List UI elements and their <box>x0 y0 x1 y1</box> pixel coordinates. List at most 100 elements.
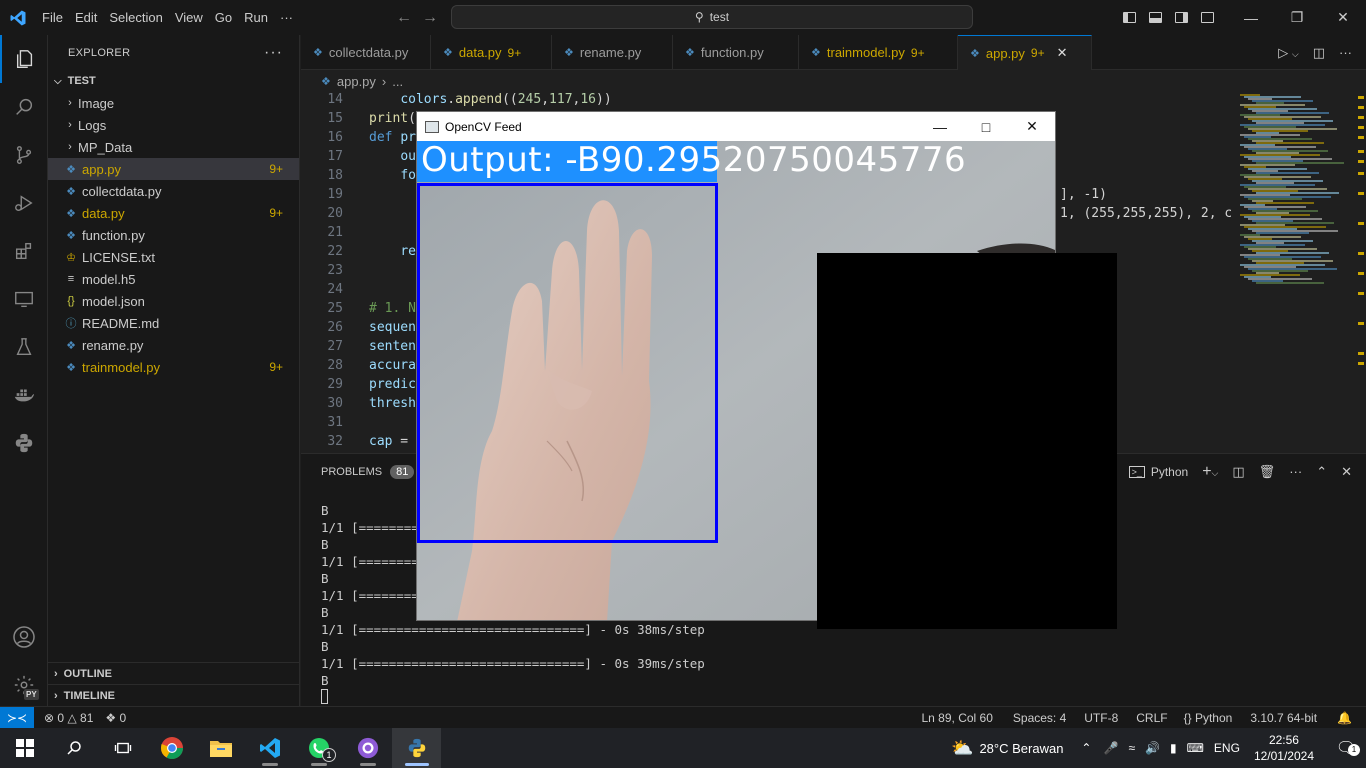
minimap[interactable] <box>1231 92 1353 452</box>
notifications-icon[interactable]: 🗨 1 <box>1326 738 1366 758</box>
indentation[interactable]: Spaces: 4 <box>1007 711 1072 725</box>
file-item[interactable]: ❖ rename.py <box>48 334 299 356</box>
source-control-icon[interactable] <box>0 131 48 179</box>
forward-arrow-icon[interactable]: → <box>422 9 438 27</box>
toggle-secondary-sidebar-icon[interactable] <box>1168 0 1194 35</box>
menu-item[interactable]: ··· <box>274 0 299 35</box>
chevron-up-icon[interactable]: ⌃ <box>1081 741 1091 755</box>
microphone-icon[interactable]: 🎤 <box>1103 741 1118 755</box>
editor-scrollbar[interactable] <box>1356 92 1366 452</box>
close-window-button[interactable]: ✕ <box>1320 0 1366 35</box>
folder-item[interactable]: › MP_Data <box>48 136 299 158</box>
editor-tab[interactable]: ❖ app.py 9+ ✕ <box>958 35 1092 70</box>
file-item[interactable]: ♔ LICENSE.txt <box>48 246 299 268</box>
problems-status[interactable]: ⊗ 0 △ 81 <box>38 711 99 725</box>
docker-icon[interactable] <box>0 371 48 419</box>
clock[interactable]: 22:56 12/01/2024 <box>1242 732 1326 764</box>
chrome-icon[interactable] <box>147 728 196 768</box>
file-item[interactable]: ❖ collectdata.py <box>48 180 299 202</box>
language-indicator[interactable]: ENG <box>1214 741 1240 755</box>
run-debug-icon[interactable] <box>0 179 48 227</box>
file-item[interactable]: ≡ model.h5 <box>48 268 299 290</box>
back-arrow-icon[interactable]: ← <box>396 9 412 27</box>
menu-item[interactable]: Run <box>238 0 274 35</box>
toggle-panel-icon[interactable] <box>1142 0 1168 35</box>
timeline-section[interactable]: › TIMELINE <box>48 685 300 707</box>
end-of-line[interactable]: CRLF <box>1130 711 1173 725</box>
breadcrumb-file[interactable]: app.py <box>337 74 376 89</box>
opencv-close-button[interactable]: ✕ <box>1009 112 1055 141</box>
panel-more-actions-icon[interactable]: ··· <box>1289 464 1302 479</box>
whatsapp-icon[interactable]: 1 <box>294 728 343 768</box>
split-editor-icon[interactable]: ◫ <box>1313 45 1325 61</box>
file-item[interactable]: ❖ function.py <box>48 224 299 246</box>
file-explorer-icon[interactable] <box>196 728 245 768</box>
file-item[interactable]: {} model.json <box>48 290 299 312</box>
encoding[interactable]: UTF-8 <box>1078 711 1124 725</box>
breadcrumb-rest[interactable]: ... <box>392 74 403 89</box>
explorer-icon[interactable] <box>0 35 48 83</box>
notifications-bell-icon[interactable]: 🔔 <box>1331 711 1358 725</box>
task-view-icon[interactable] <box>98 728 147 768</box>
problems-tab[interactable]: PROBLEMS <box>321 466 382 478</box>
editor-tab[interactable]: ❖ rename.py <box>552 35 673 70</box>
folder-item[interactable]: › Logs <box>48 114 299 136</box>
cursor-position[interactable]: Ln 89, Col 60 <box>916 711 999 725</box>
search-icon[interactable] <box>49 728 98 768</box>
python-taskbar-icon[interactable] <box>392 728 441 768</box>
run-python-file-icon[interactable]: ▷ ⌵ <box>1278 45 1298 61</box>
restore-button[interactable]: ❐ <box>1274 0 1320 35</box>
extensions-icon[interactable] <box>0 227 48 275</box>
folder-item[interactable]: › Image <box>48 92 299 114</box>
file-item[interactable]: ❖ app.py 9+ <box>48 158 299 180</box>
weather-text[interactable]: 28°C Berawan <box>979 741 1063 756</box>
weather-icon[interactable]: ⛅ <box>951 738 973 759</box>
toggle-sidebar-icon[interactable] <box>1116 0 1142 35</box>
editor-tab[interactable]: ❖ data.py 9+ <box>431 35 552 70</box>
file-item[interactable]: ⓘ README.md <box>48 312 299 334</box>
file-item[interactable]: ❖ trainmodel.py 9+ <box>48 356 299 378</box>
opencv-maximize-button[interactable]: □ <box>963 112 1009 141</box>
menu-item[interactable]: Go <box>209 0 238 35</box>
python-icon[interactable] <box>0 419 48 467</box>
ports-status[interactable]: ❖ 0 <box>99 711 132 725</box>
close-tab-icon[interactable]: ✕ <box>1057 45 1068 61</box>
wifi-icon[interactable]: ≈ <box>1128 741 1135 755</box>
remote-indicator-icon[interactable]: ≻≺ <box>0 706 34 729</box>
outline-section[interactable]: › OUTLINE <box>48 663 300 685</box>
python-interpreter[interactable]: 3.10.7 64-bit <box>1244 711 1323 725</box>
kill-terminal-icon[interactable]: 🗑 <box>1259 464 1276 480</box>
command-center-search[interactable]: ⚲ test <box>451 5 973 29</box>
search-icon[interactable] <box>0 83 48 131</box>
editor-tab[interactable]: ❖ collectdata.py <box>301 35 431 70</box>
testing-flask-icon[interactable] <box>0 323 48 371</box>
explorer-more-actions-icon[interactable]: ··· <box>264 44 283 62</box>
language-mode[interactable]: {} Python <box>1178 711 1239 725</box>
opencv-minimize-button[interactable]: — <box>917 112 963 141</box>
menu-item[interactable]: Edit <box>69 0 103 35</box>
volume-icon[interactable]: 🔊 <box>1145 741 1160 755</box>
menu-item[interactable]: Selection <box>103 0 168 35</box>
opencv-titlebar[interactable]: OpenCV Feed — □ ✕ <box>417 112 1055 141</box>
editor-tab[interactable]: ❖ function.py <box>673 35 799 70</box>
workspace-root[interactable]: ⌵ TEST <box>48 70 299 92</box>
github-desktop-icon[interactable] <box>343 728 392 768</box>
maximize-panel-icon[interactable]: ⌃ <box>1316 464 1327 480</box>
accounts-icon[interactable] <box>0 613 48 661</box>
editor-tab[interactable]: ❖ trainmodel.py 9+ <box>799 35 958 70</box>
vscode-taskbar-icon[interactable] <box>245 728 294 768</box>
menu-item[interactable]: File <box>36 0 69 35</box>
remote-explorer-icon[interactable] <box>0 275 48 323</box>
split-terminal-icon[interactable]: ◫ <box>1232 464 1244 480</box>
keyboard-icon[interactable]: ⌨ <box>1187 741 1204 755</box>
menu-item[interactable]: View <box>169 0 209 35</box>
close-panel-icon[interactable]: ✕ <box>1341 464 1352 480</box>
file-item[interactable]: ❖ data.py 9+ <box>48 202 299 224</box>
terminal-name[interactable]: Python <box>1151 465 1188 479</box>
new-terminal-icon[interactable]: +⌵ <box>1202 463 1218 481</box>
manage-gear-icon[interactable]: PY <box>0 661 48 709</box>
battery-icon[interactable]: ▮ <box>1170 741 1177 755</box>
editor-more-actions-icon[interactable]: ··· <box>1339 45 1352 60</box>
minimize-button[interactable]: — <box>1228 0 1274 35</box>
customize-layout-icon[interactable] <box>1194 0 1220 35</box>
